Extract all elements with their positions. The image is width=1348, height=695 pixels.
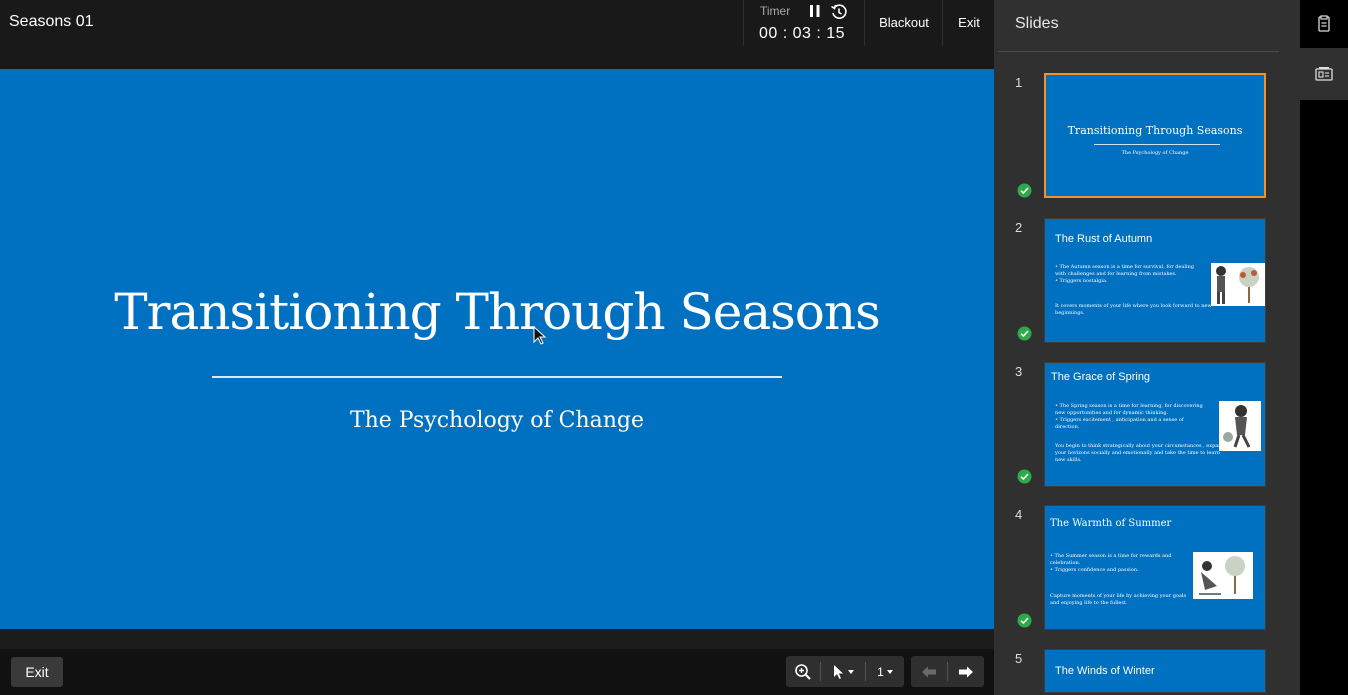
slide-list-item: 3 The Grace of Spring • The Spring seaso… <box>994 362 1300 502</box>
check-icon <box>1017 469 1032 484</box>
notes-button[interactable] <box>1300 0 1348 48</box>
thumbnail-paragraph: Capture moments of your life by achievin… <box>1050 593 1187 606</box>
zoom-icon <box>795 663 811 680</box>
right-rail <box>1300 0 1348 695</box>
pointer-icon <box>833 664 843 679</box>
slide-number: 5 <box>1015 651 1023 666</box>
slide-list-item: 2 The Rust of Autumn • The Autumn season… <box>994 218 1300 358</box>
blackout-button[interactable]: Blackout <box>866 0 943 46</box>
slide-thumbnail-4[interactable]: The Warmth of Summer • The Summer season… <box>1044 505 1266 630</box>
slides-panel-button[interactable] <box>1300 48 1348 100</box>
exit-button[interactable]: Exit <box>944 0 994 46</box>
deck-title: Seasons 01 <box>9 13 94 30</box>
exit-presentation-button[interactable]: Exit <box>11 657 63 687</box>
thumbnail-bullet: • Triggers confidence and passion. <box>1050 567 1139 573</box>
thumbnail-bullets: • The Spring season is a time for learni… <box>1055 403 1205 431</box>
slide-thumbnail-5[interactable]: The Winds of Winter <box>1044 649 1266 693</box>
thumbnail-title: The Rust of Autumn <box>1055 233 1153 245</box>
thumbnail-bullet: • The Autumn season is a time for surviv… <box>1055 264 1194 277</box>
thumbnail-bullet: • The Spring season is a time for learni… <box>1055 403 1203 416</box>
thumbnail-bullets: • The Autumn season is a time for surviv… <box>1055 264 1205 285</box>
thumbnail-title: The Grace of Spring <box>1051 371 1151 383</box>
tool-group: 1 <box>786 656 904 687</box>
prev-arrow-icon <box>922 666 936 677</box>
thumbnail-illustration <box>1219 401 1261 451</box>
next-slide-button[interactable] <box>948 656 984 687</box>
pause-icon[interactable] <box>808 3 822 19</box>
slide-number: 1 <box>1015 75 1023 90</box>
thumbnail-bullet: • The Summer season is a time for reward… <box>1050 553 1172 566</box>
slides-panel-icon <box>1315 67 1333 81</box>
chevron-down-icon <box>886 669 893 674</box>
slide-subtitle: The Psychology of Change <box>349 408 645 433</box>
previous-slide-button[interactable] <box>911 656 947 687</box>
spring-illustration <box>1223 405 1251 448</box>
slide-thumbnail-3[interactable]: The Grace of Spring • The Spring season … <box>1044 362 1266 487</box>
panel-title: Slides <box>1015 15 1059 32</box>
slide-thumbnail-2[interactable]: The Rust of Autumn • The Autumn season i… <box>1044 218 1266 343</box>
presenter-toolbar: Seasons 01 Timer 00 : 03 : 15 Blackout E… <box>0 0 994 69</box>
slide-divider <box>212 376 782 378</box>
slides-panel: Slides 1 Transitioning Through Seasons T… <box>994 0 1300 695</box>
page-number: 1 <box>877 664 884 679</box>
slide-number: 3 <box>1015 364 1023 379</box>
thumbnail-bullet: • Triggers excitement , anticipation and… <box>1055 417 1184 430</box>
notes-icon <box>1318 15 1330 32</box>
bottom-strip <box>0 629 994 649</box>
thumbnail-title: Transitioning Through Seasons <box>1067 124 1243 137</box>
slide-number: 2 <box>1015 220 1023 235</box>
mouse-cursor-icon <box>533 326 547 345</box>
summer-illustration <box>1199 556 1245 595</box>
slide-thumbnail-1[interactable]: Transitioning Through Seasons The Psycho… <box>1044 73 1266 198</box>
slide-number: 4 <box>1015 507 1023 522</box>
slide-list-item: 4 The Warmth of Summer • The Summer seas… <box>994 505 1300 645</box>
autumn-illustration <box>1216 266 1259 304</box>
panel-divider <box>998 51 1279 52</box>
thumbnail-bullets: • The Summer season is a time for reward… <box>1050 553 1190 574</box>
slide-title: Transitioning Through Seasons <box>114 283 881 341</box>
check-icon <box>1017 183 1032 198</box>
thumbnail-bullet: • Triggers nostalgia. <box>1055 278 1108 284</box>
thumbnail-divider <box>1094 144 1220 145</box>
slide-list-item: 1 Transitioning Through Seasons The Psyc… <box>994 73 1300 213</box>
thumbnail-paragraph: It covers moments of your life where you… <box>1055 303 1212 316</box>
check-icon <box>1017 613 1032 628</box>
thumbnail-title: The Winds of Winter <box>1055 665 1155 677</box>
page-number-dropdown[interactable]: 1 <box>866 656 904 687</box>
timer: Timer 00 : 03 : 15 <box>743 0 865 46</box>
thumbnail-illustration <box>1211 263 1265 306</box>
slide-list-item: 5 The Winds of Winter <box>994 649 1300 695</box>
timer-label: Timer <box>760 4 791 18</box>
thumbnail-paragraph: You begin to think strategically about y… <box>1055 443 1225 463</box>
thumbnail-subtitle: The Psychology of Change <box>1121 150 1189 156</box>
navigation-group <box>911 656 984 687</box>
chevron-down-icon <box>847 669 854 674</box>
thumbnail-illustration <box>1193 552 1253 599</box>
timer-value: 00 : 03 : 15 <box>759 25 846 42</box>
timer-reset-icon[interactable] <box>830 3 848 21</box>
pointer-tool-button[interactable] <box>821 656 865 687</box>
check-icon <box>1017 326 1032 341</box>
bottom-toolbar: Exit 1 <box>0 629 994 695</box>
next-arrow-icon <box>959 666 973 677</box>
zoom-button[interactable] <box>786 656 820 687</box>
slide-stage[interactable]: Transitioning Through Seasons The Psycho… <box>0 69 994 629</box>
thumbnail-title: The Warmth of Summer <box>1050 518 1172 529</box>
